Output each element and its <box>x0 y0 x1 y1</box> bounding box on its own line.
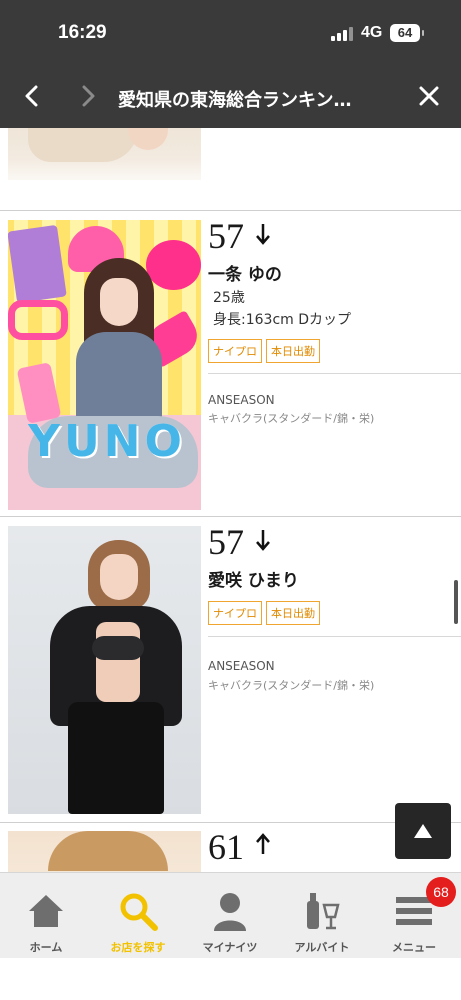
ranking-card[interactable]: YUNO 57 一条 ゆの 25歳 身長:163cm Dカップ ナイプロ 本日出… <box>0 211 461 515</box>
status-bar: 16:29 4G 64 <box>0 0 461 64</box>
chevron-left-icon <box>25 85 38 107</box>
arrow-down-icon <box>256 224 270 245</box>
tab-my-nights[interactable]: マイナイツ <box>184 873 276 959</box>
bottles-icon <box>307 893 340 930</box>
previous-cast-photo[interactable] <box>8 128 201 180</box>
cast-name[interactable]: 愛咲 ひまり <box>208 566 299 591</box>
forward-button[interactable] <box>68 76 108 116</box>
tab-label: お店を探す <box>110 941 166 954</box>
tab-label: マイナイツ <box>202 941 258 954</box>
cast-photo[interactable] <box>8 831 201 872</box>
cast-age: 25歳 <box>213 290 245 306</box>
chevron-right-icon <box>82 85 95 107</box>
scrollbar[interactable] <box>454 580 458 624</box>
browser-nav-bar: 愛知県の東海総合ランキン… <box>0 64 461 128</box>
page-title: 愛知県の東海総合ランキン… <box>118 90 352 111</box>
tab-label: アルバイト <box>294 941 350 954</box>
close-button[interactable] <box>409 76 449 116</box>
tab-label: メニュー <box>392 941 436 954</box>
tag-naipro: ナイプロ <box>208 339 262 363</box>
shop-genre: キャバクラ(スタンダード/錦・栄) <box>208 679 375 692</box>
arrow-down-icon <box>256 530 270 551</box>
search-icon <box>120 893 158 931</box>
tab-home[interactable]: ホーム <box>0 873 92 959</box>
signal-icon <box>331 27 353 41</box>
cast-height: 身長:163cm Dカップ <box>213 312 352 328</box>
triangle-up-icon <box>414 824 432 838</box>
close-icon <box>419 86 439 106</box>
rank-number: 57 <box>208 522 244 562</box>
arrow-up-icon <box>256 833 270 854</box>
tag-today: 本日出勤 <box>266 601 320 625</box>
shop-name[interactable]: ANSEASON <box>208 659 275 673</box>
home-icon <box>29 895 63 927</box>
cast-photo[interactable] <box>8 526 201 814</box>
status-time: 16:29 <box>58 22 107 43</box>
tab-label: ホーム <box>29 941 63 954</box>
ranking-card[interactable]: 61 <box>0 823 461 872</box>
ranking-list[interactable]: YUNO 57 一条 ゆの 25歳 身長:163cm Dカップ ナイプロ 本日出… <box>0 128 461 872</box>
card-divider <box>208 373 461 374</box>
bottom-safe-area <box>0 958 461 1000</box>
rank-number: 61 <box>208 827 244 867</box>
tab-search-shop[interactable]: お店を探す <box>92 873 184 959</box>
bottom-tab-bar: ホーム お店を探す マイナイツ アルバイト メニュー <box>0 872 461 958</box>
user-icon <box>214 893 246 931</box>
tag-naipro: ナイプロ <box>208 601 262 625</box>
tag-list: ナイプロ 本日出勤 <box>208 339 320 363</box>
tab-part-time[interactable]: アルバイト <box>276 873 368 959</box>
shop-name[interactable]: ANSEASON <box>208 393 275 407</box>
photo-caption: YUNO <box>28 416 186 467</box>
shop-genre: キャバクラ(スタンダード/錦・栄) <box>208 412 375 425</box>
tag-today: 本日出勤 <box>266 339 320 363</box>
cast-name[interactable]: 一条 ゆの <box>208 260 282 285</box>
back-to-top-button[interactable] <box>395 803 451 859</box>
menu-notification-badge: 68 <box>426 877 456 907</box>
rank-number: 57 <box>208 216 244 256</box>
cast-photo[interactable]: YUNO <box>8 220 201 510</box>
battery-icon: 64 <box>390 24 424 42</box>
ranking-card[interactable]: 57 愛咲 ひまり ナイプロ 本日出勤 ANSEASON キャバクラ(スタンダー… <box>0 517 461 821</box>
card-divider <box>208 636 461 637</box>
tag-list: ナイプロ 本日出勤 <box>208 601 320 625</box>
back-button[interactable] <box>12 76 52 116</box>
network-type: 4G <box>361 24 383 41</box>
